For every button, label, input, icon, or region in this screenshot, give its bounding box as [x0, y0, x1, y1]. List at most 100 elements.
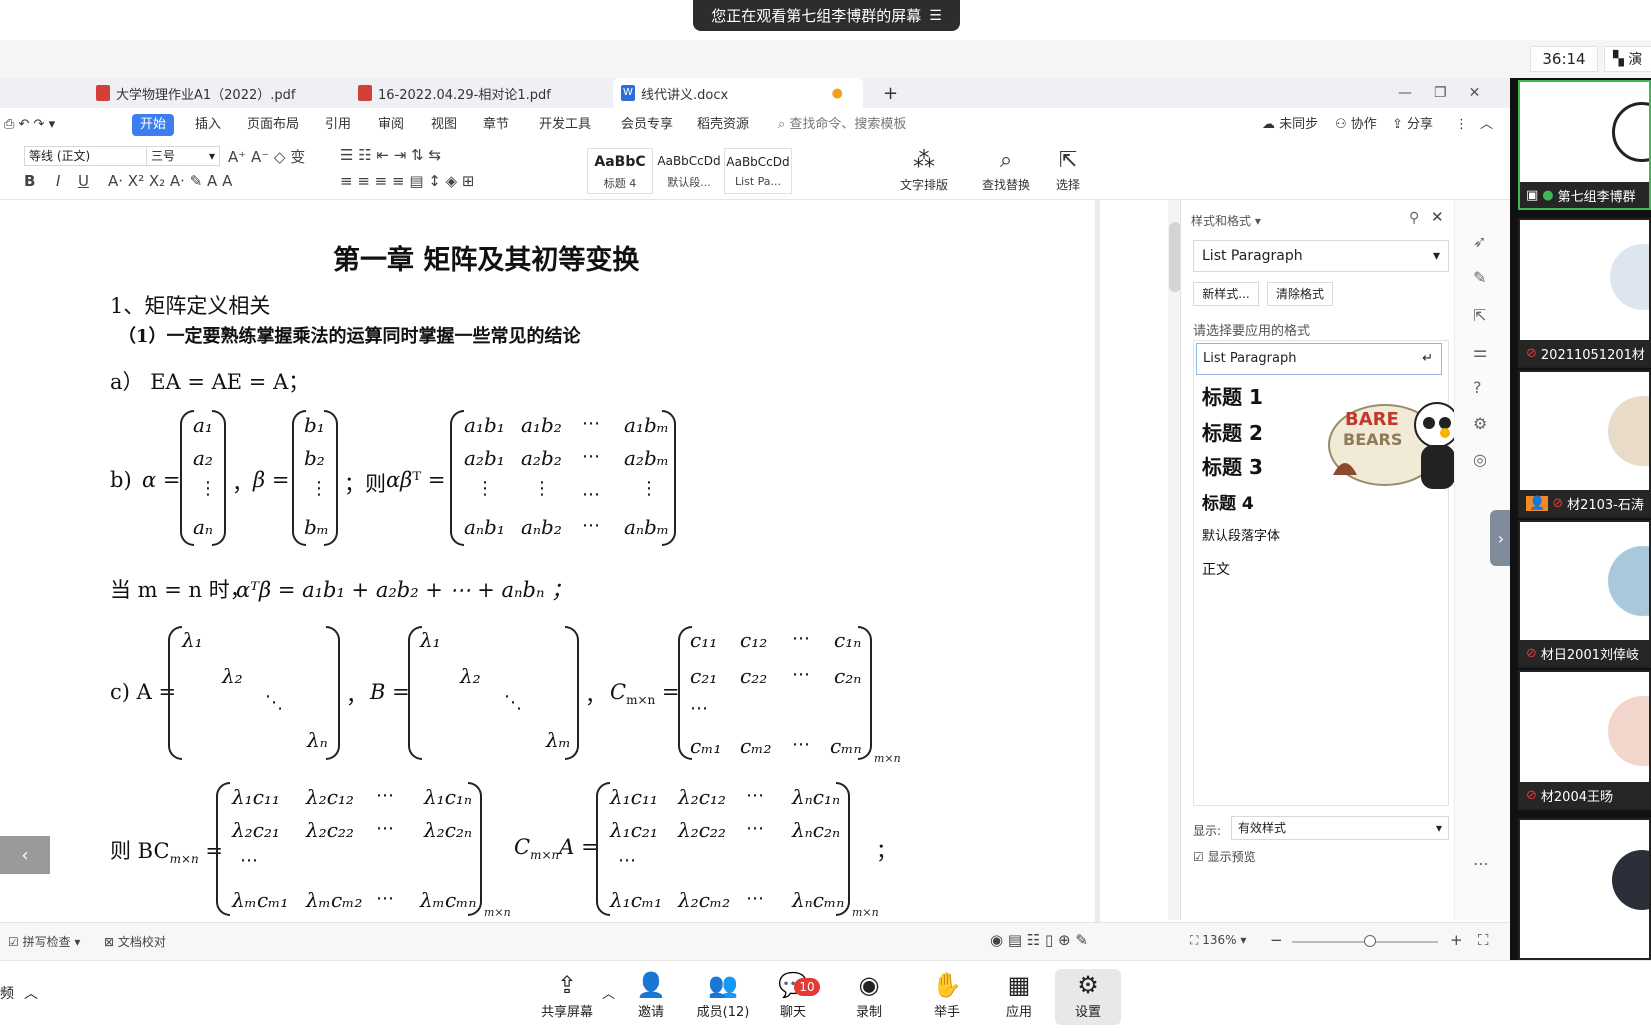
select-button[interactable]: ⇱ 选择: [1046, 148, 1090, 193]
find-replace-button[interactable]: ⌕ 查找替换: [974, 148, 1038, 193]
menu-bar: ⎙ ↶ ↷ ▾ 开始 插入 页面布局 引用 审阅 视图 章节 开发工具 会员专享…: [0, 108, 1510, 140]
present-button[interactable]: ▚ 演: [1604, 46, 1651, 72]
tab-pdf-relativity[interactable]: 16-2022.04.29-相对论1.pdf: [350, 78, 600, 108]
zoom-slider-knob[interactable]: [1364, 935, 1376, 947]
screen-share-banner[interactable]: 您正在观看第七组李博群的屏幕 ☰: [693, 0, 960, 31]
show-filter-select[interactable]: 有效样式 ▾: [1231, 816, 1449, 840]
zoom-select[interactable]: ⛶ 136% ▾: [1190, 933, 1246, 948]
apps-button[interactable]: ▦ 应用: [986, 969, 1052, 1025]
align-icons[interactable]: ≡ ≡ ≡ ≡ ▤ ↕ ◈ ⊞: [340, 172, 475, 190]
doc-proof-button[interactable]: ⊠ 文档校对: [104, 933, 166, 950]
command-search[interactable]: ⌕ 查找命令、搜索模板: [778, 114, 906, 136]
list-icons[interactable]: ☰ ☷ ⇤ ⇥ ⇅ ⇆: [340, 146, 441, 164]
menu-review[interactable]: 审阅: [378, 114, 404, 136]
font-name-select[interactable]: 等线 (正文)▾: [24, 146, 160, 166]
collapse-ribbon-icon[interactable]: ︿: [1480, 114, 1493, 136]
video-tile[interactable]: ⊘ 20211051201材: [1518, 218, 1651, 368]
close-icon[interactable]: ✕: [1431, 208, 1444, 226]
current-style-select[interactable]: List Paragraph ▾: [1193, 240, 1449, 272]
font-effects-icons[interactable]: A· X² X₂ A· ✎ A A: [108, 172, 232, 190]
chevron-up-icon[interactable]: ︿: [24, 983, 38, 1003]
share-icon[interactable]: ⚙: [1473, 414, 1487, 433]
close-icon[interactable]: ✕: [1469, 85, 1481, 101]
more-icon[interactable]: ⋯: [1473, 854, 1489, 873]
underline-icon[interactable]: U: [78, 172, 89, 190]
raise-hand-button[interactable]: ✋ 举手: [914, 969, 980, 1025]
style-item-list-paragraph[interactable]: List Paragraph ↵: [1196, 343, 1442, 375]
invite-label: 邀请: [637, 1005, 664, 1020]
menu-references[interactable]: 引用: [325, 114, 351, 136]
pointer-icon[interactable]: ⇱: [1473, 306, 1486, 325]
grow-font-icon[interactable]: A⁺ A⁻ ◇ 变: [228, 146, 305, 167]
minimize-icon[interactable]: —: [1398, 85, 1412, 101]
menu-docer[interactable]: 稻壳资源: [697, 114, 749, 136]
chapter-title: 第一章 矩阵及其初等变换: [333, 245, 640, 276]
maximize-icon[interactable]: ❐: [1434, 85, 1447, 101]
clear-format-button[interactable]: 清除格式: [1267, 282, 1333, 306]
record-button[interactable]: ◉ 录制: [836, 969, 902, 1025]
panel-title[interactable]: 样式和格式 ▾: [1191, 212, 1261, 229]
list-icon[interactable]: ☰: [929, 8, 942, 24]
when-mn-label: 当 m = n 时，: [110, 578, 251, 602]
style-item-default-font[interactable]: 默认段落字体: [1202, 525, 1442, 544]
video-tile[interactable]: [1518, 818, 1651, 960]
chevron-up-icon[interactable]: ︿: [602, 983, 615, 1002]
collab-button[interactable]: ⚇ 协作: [1335, 114, 1377, 136]
font-size-select[interactable]: 三号 ▾: [146, 146, 220, 166]
italic-icon[interactable]: I: [56, 172, 60, 190]
menu-dev-tools[interactable]: 开发工具: [539, 114, 591, 136]
show-preview-checkbox[interactable]: ☑ 显示预览: [1193, 848, 1256, 865]
view-mode-icons[interactable]: ◉ ▤ ☷ ▯ ⊕ ✎: [990, 931, 1088, 949]
video-tile[interactable]: 👤 ⊘ 材2103-石涛: [1518, 370, 1651, 518]
spell-check-button[interactable]: ☑ 拼写检查 ▾: [8, 933, 80, 950]
style-list-paragraph[interactable]: AaBbCcDd List Pa...: [724, 148, 792, 194]
sync-status[interactable]: ☁ 未同步: [1262, 114, 1318, 136]
new-style-button[interactable]: 新样式...: [1193, 282, 1259, 306]
pen-icon[interactable]: ✎: [1473, 268, 1486, 287]
style-default-para[interactable]: AaBbCcDd 默认段...: [655, 148, 723, 194]
menu-chapter[interactable]: 章节: [483, 114, 509, 136]
menu-view[interactable]: 视图: [431, 114, 457, 136]
video-tile[interactable]: ⊘ 材2004王旸: [1518, 670, 1651, 810]
menu-member[interactable]: 会员专享: [621, 114, 673, 136]
tab-word-linear-algebra[interactable]: W 线代讲义.docx ●: [613, 78, 863, 108]
menu-page-layout[interactable]: 页面布局: [247, 114, 299, 136]
share-button[interactable]: ⇪ 分享: [1392, 114, 1433, 136]
members-button[interactable]: 👥 成员(12): [690, 969, 756, 1025]
fullscreen-icon[interactable]: ⛶: [1478, 931, 1489, 949]
style-item-body[interactable]: 正文: [1202, 559, 1442, 579]
cdots: ⋯: [582, 446, 600, 467]
menu-start[interactable]: 开始: [132, 114, 175, 136]
pin-icon[interactable]: ⚲: [1409, 210, 1419, 226]
semicolon: ；: [876, 839, 897, 863]
matrix-cell: a₂b₁: [464, 446, 505, 470]
zoom-in-icon[interactable]: +: [1450, 931, 1463, 949]
style-heading4[interactable]: AaBbC 标题 4: [587, 148, 653, 194]
invite-button[interactable]: 👤 邀请: [618, 969, 684, 1025]
equation-c-label: c) A =: [110, 680, 177, 704]
rocket-icon[interactable]: ➶: [1473, 232, 1486, 251]
text-layout-button[interactable]: ⁂ 文字排版: [892, 148, 956, 193]
pdf-icon: [358, 85, 372, 101]
zoom-out-icon[interactable]: −: [1270, 931, 1283, 949]
sliders-icon[interactable]: ⚌: [1473, 342, 1487, 361]
share-screen-button[interactable]: ⇪ 共享屏幕: [534, 969, 600, 1025]
bold-icon[interactable]: B: [24, 172, 35, 190]
person-icon: ⚇: [1335, 117, 1347, 132]
settings-button[interactable]: ⚙ 设置: [1055, 969, 1121, 1025]
help-icon[interactable]: ?: [1473, 378, 1482, 397]
left-audio-label[interactable]: 频: [0, 983, 14, 1003]
document-tabs: 大学物理作业A1（2022）.pdf 16-2022.04.29-相对论1.pd…: [0, 78, 1510, 108]
left-collapse-button[interactable]: ‹: [0, 836, 50, 874]
print-preview-icon[interactable]: ⎙ ↶ ↷ ▾: [4, 114, 55, 136]
panel-toggle-button[interactable]: ›: [1490, 510, 1512, 566]
chevron-down-icon: ▾: [1432, 248, 1440, 264]
compass-icon[interactable]: ◎: [1473, 450, 1487, 469]
chat-button[interactable]: 💬 聊天: [760, 969, 826, 1025]
menu-insert[interactable]: 插入: [195, 114, 221, 136]
tab-pdf-physics[interactable]: 大学物理作业A1（2022）.pdf: [88, 78, 333, 108]
new-tab-button[interactable]: +: [875, 78, 905, 108]
more-icon[interactable]: ⋮: [1455, 114, 1468, 136]
video-tile[interactable]: ⊘ 材日2001刘倖岐: [1518, 520, 1651, 668]
video-tile[interactable]: ▣ ● 第七组李博群: [1518, 80, 1651, 210]
